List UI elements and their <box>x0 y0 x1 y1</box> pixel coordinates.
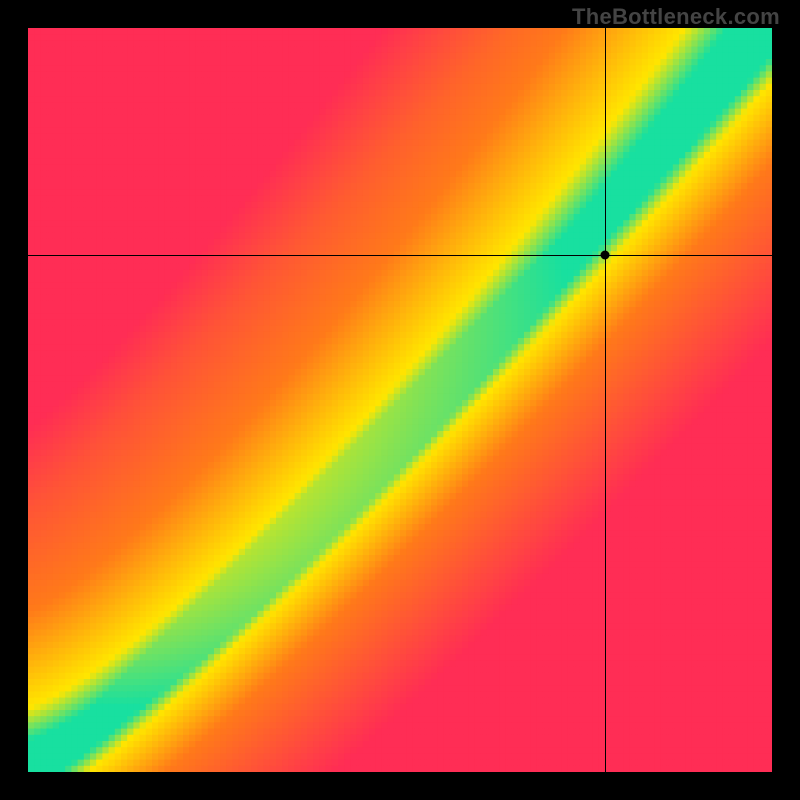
watermark-text: TheBottleneck.com <box>572 4 780 30</box>
crosshair-horizontal <box>28 255 772 256</box>
heatmap-canvas <box>28 28 772 772</box>
selection-marker <box>600 250 609 259</box>
crosshair-vertical <box>605 28 606 772</box>
heatmap-plot <box>28 28 772 772</box>
chart-frame: TheBottleneck.com <box>0 0 800 800</box>
